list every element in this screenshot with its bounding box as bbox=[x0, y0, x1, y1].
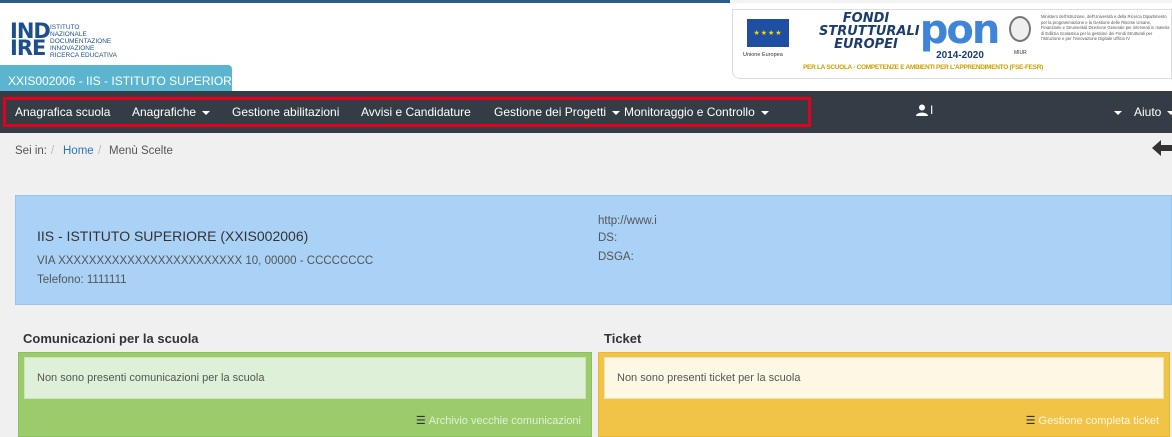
back-arrow-icon[interactable] bbox=[1152, 139, 1172, 162]
nav-gestione-abilitazioni[interactable]: Gestione abilitazioni bbox=[232, 105, 339, 119]
fondi-line: EUROPEI bbox=[834, 37, 898, 52]
breadcrumb: Sei in: / Home / Menù Scelte bbox=[0, 133, 1172, 170]
user-menu-chevron-down-icon[interactable] bbox=[1114, 111, 1122, 115]
user-name[interactable]: I bbox=[930, 103, 933, 117]
link-label: Archivio vecchie comunicazioni bbox=[428, 415, 581, 427]
logo-line: ISTITUTO bbox=[50, 24, 80, 31]
eu-caption: Unione Europea bbox=[743, 52, 783, 58]
logo-line: RICERCA EDUCATIVA bbox=[50, 52, 117, 59]
logo-line: NAZIONALE bbox=[50, 31, 87, 38]
logo-line: INNOVAZIONE bbox=[50, 45, 95, 52]
gestione-ticket-link[interactable]: ☰ Gestione completa ticket bbox=[1026, 414, 1159, 427]
indire-logo[interactable]: IND IRE ISTITUTO NAZIONALE DOCUMENTAZION… bbox=[10, 19, 117, 60]
ministry-text: Ministero dell'Istruzione, dell'Universi… bbox=[1041, 14, 1170, 41]
pon-logo: pon 2014-2020 bbox=[916, 10, 1002, 62]
school-dsga: DSGA: bbox=[598, 251, 634, 263]
school-info-card: IIS - ISTITUTO SUPERIORE (XXIS002006) VI… bbox=[15, 195, 1172, 305]
breadcrumb-current: Menù Scelte bbox=[109, 145, 173, 157]
breadcrumb-home-link[interactable]: Home bbox=[63, 145, 94, 157]
nav-aiuto-dropdown[interactable]: Aiuto bbox=[1134, 105, 1172, 119]
main-navbar: Anagrafica scuola Anagrafiche Gestione a… bbox=[0, 91, 1172, 133]
comunicazioni-message: Non sono presenti comunicazioni per la s… bbox=[24, 357, 586, 399]
pon-years: 2014-2020 bbox=[930, 50, 990, 62]
italy-emblem-icon bbox=[1009, 16, 1031, 42]
archivio-comunicazioni-link[interactable]: ☰ Archivio vecchie comunicazioni bbox=[416, 414, 581, 427]
school-ds: DS: bbox=[598, 232, 618, 244]
nav-gestione-progetti-dropdown[interactable]: Gestione dei Progetti bbox=[494, 105, 620, 119]
school-phone: Telefono: 1111111 bbox=[37, 274, 127, 286]
school-website[interactable]: http://www.i bbox=[598, 215, 657, 227]
pon-letters: pon bbox=[919, 7, 1001, 53]
nav-label: Monitoraggio e Controllo bbox=[624, 105, 755, 119]
fondi-strutturali-logo: FONDI STRUTTURALI EUROPEI bbox=[819, 12, 920, 52]
miur-caption: MIUR bbox=[1014, 50, 1027, 56]
nav-anagrafiche-dropdown[interactable]: Anagrafiche bbox=[132, 105, 210, 119]
nav-monitoraggio-dropdown[interactable]: Monitoraggio e Controllo bbox=[624, 105, 769, 119]
pon-banner: ★★★★ Unione Europea FONDI STRUTTURALI EU… bbox=[732, 9, 1172, 79]
ticket-panel: Non sono presenti ticket per la scuola ☰… bbox=[598, 352, 1170, 437]
school-address: VIA XXXXXXXXXXXXXXXXXXXXXXXX 10, 00000 -… bbox=[37, 255, 374, 267]
nav-anagrafica-scuola[interactable]: Anagrafica scuola bbox=[15, 105, 110, 119]
breadcrumb-prefix: Sei in: bbox=[15, 145, 47, 157]
school-tab[interactable]: XXIS002006 - IIS - ISTITUTO SUPERIORE bbox=[0, 65, 240, 94]
comunicazioni-title: Comunicazioni per la scuola bbox=[23, 331, 199, 346]
nav-avvisi-candidature[interactable]: Avvisi e Candidature bbox=[361, 105, 471, 119]
pon-tagline: PER LA SCUOLA - COMPETENZE E AMBIENTI PE… bbox=[803, 64, 1043, 71]
comunicazioni-panel: Non sono presenti comunicazioni per la s… bbox=[18, 352, 592, 437]
logo-line: DOCUMENTAZIONE bbox=[50, 38, 112, 45]
breadcrumb-separator: / bbox=[51, 145, 55, 157]
nav-label: Aiuto bbox=[1134, 105, 1162, 119]
ticket-message: Non sono presenti ticket per la scuola bbox=[604, 357, 1164, 399]
nav-label: Anagrafiche bbox=[132, 105, 197, 119]
breadcrumb-separator: / bbox=[98, 145, 102, 157]
ticket-title: Ticket bbox=[604, 331, 642, 346]
main-content: IIS - ISTITUTO SUPERIORE (XXIS002006) VI… bbox=[0, 170, 1172, 437]
eu-flag-icon: ★★★★ bbox=[747, 19, 789, 47]
list-icon: ☰ bbox=[415, 415, 426, 427]
nav-label: Gestione dei Progetti bbox=[494, 105, 607, 119]
header: IND IRE ISTITUTO NAZIONALE DOCUMENTAZION… bbox=[0, 0, 1172, 94]
school-name: IIS - ISTITUTO SUPERIORE (XXIS002006) bbox=[37, 228, 309, 244]
link-label: Gestione completa ticket bbox=[1038, 415, 1159, 427]
user-icon[interactable] bbox=[916, 104, 928, 119]
indire-logo-text: ISTITUTO NAZIONALE DOCUMENTAZIONE INNOVA… bbox=[50, 24, 117, 59]
indire-logo-mark: IND IRE bbox=[10, 19, 51, 60]
list-icon: ☰ bbox=[1025, 415, 1036, 427]
